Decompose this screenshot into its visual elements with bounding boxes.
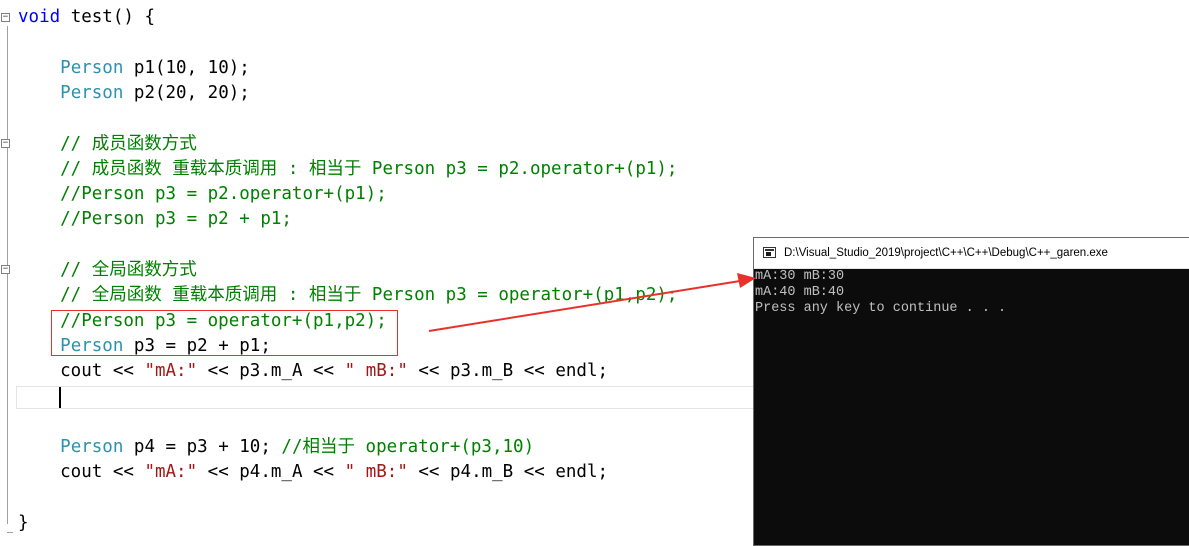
fold-toggle-function-icon[interactable]: − bbox=[1, 13, 10, 22]
code-token: p4 = p3 + 10; bbox=[123, 437, 282, 458]
code-token: Person bbox=[60, 57, 124, 78]
console-titlebar[interactable]: D:\Visual_Studio_2019\project\C++\C++\De… bbox=[754, 238, 1189, 269]
code-token: p1(10, 10); bbox=[123, 57, 250, 78]
code-token: //Person p3 = p2 + p1; bbox=[18, 209, 292, 230]
current-line-highlight bbox=[16, 386, 754, 409]
code-token: //Person p3 = p2.operator+(p1); bbox=[18, 184, 387, 205]
code-token: " mB:" bbox=[344, 361, 408, 382]
code-line: // 成员函数 重载本质调用 : 相当于 Person p3 = p2.oper… bbox=[18, 157, 677, 182]
code-line: Person p4 = p3 + 10; //相当于 operator+(p3,… bbox=[18, 435, 534, 460]
code-line: } bbox=[18, 511, 29, 536]
code-line: // 全局函数方式 bbox=[18, 258, 197, 283]
console-line: Press any key to continue . . . bbox=[755, 301, 1007, 316]
outline-end-cap bbox=[7, 532, 13, 533]
code-token: // 成员函数方式 bbox=[18, 133, 197, 154]
console-title: D:\Visual_Studio_2019\project\C++\C++\De… bbox=[784, 247, 1108, 259]
code-token: << p4.m_B << endl; bbox=[407, 462, 609, 483]
code-line: Person p1(10, 10); bbox=[18, 56, 250, 81]
code-token: "mA:" bbox=[144, 361, 198, 382]
code-line: // 全局函数 重载本质调用 : 相当于 Person p3 = operato… bbox=[18, 283, 677, 308]
code-token: << p3.m_A << bbox=[197, 361, 345, 382]
code-token: } bbox=[18, 513, 29, 533]
code-token: cout << bbox=[18, 361, 145, 382]
code-token: Person bbox=[60, 82, 124, 103]
text-caret bbox=[59, 387, 61, 408]
code-token: // 全局函数方式 bbox=[18, 260, 197, 280]
code-token: //相当于 operator+(p3,10) bbox=[281, 437, 535, 458]
code-token: // 成员函数 重载本质调用 : 相当于 Person p3 = p2.oper… bbox=[18, 158, 678, 179]
code-line: void test() { bbox=[18, 5, 155, 30]
code-line: //Person p3 = p2 + p1; bbox=[18, 207, 292, 232]
code-line: //Person p3 = p2.operator+(p1); bbox=[18, 182, 387, 207]
code-token: Person bbox=[60, 437, 124, 458]
console-window-icon bbox=[763, 247, 776, 258]
code-token: p2(20, 20); bbox=[123, 82, 250, 103]
code-token: cout << bbox=[18, 462, 145, 483]
code-line: // 成员函数方式 bbox=[18, 132, 197, 157]
code-line: cout << "mA:" << p3.m_A << " mB:" << p3.… bbox=[18, 359, 608, 384]
console-line: mA:40 mB:40 bbox=[755, 285, 845, 300]
code-line: Person p2(20, 20); bbox=[18, 81, 250, 106]
code-token: << p3.m_B << endl; bbox=[407, 361, 609, 382]
code-token: // 全局函数 重载本质调用 : 相当于 Person p3 = operato… bbox=[18, 285, 678, 306]
code-token: " mB:" bbox=[344, 462, 408, 483]
code-token: << p4.m_A << bbox=[197, 462, 345, 483]
fold-toggle-member-comment-icon[interactable]: − bbox=[1, 139, 10, 148]
console-line: mA:30 mB:30 bbox=[755, 269, 845, 284]
annotation-highlight-box bbox=[51, 310, 398, 356]
code-token: test() { bbox=[60, 7, 155, 27]
console-output: mA:30 mB:30 mA:40 mB:40 Press any key to… bbox=[755, 269, 1189, 545]
fold-toggle-global-comment-icon[interactable]: − bbox=[1, 265, 10, 274]
outline-line bbox=[7, 26, 8, 524]
code-token: void bbox=[18, 7, 61, 27]
code-token: "mA:" bbox=[144, 462, 198, 483]
code-line: cout << "mA:" << p4.m_A << " mB:" << p4.… bbox=[18, 460, 608, 485]
console-window[interactable]: D:\Visual_Studio_2019\project\C++\C++\De… bbox=[753, 237, 1189, 546]
